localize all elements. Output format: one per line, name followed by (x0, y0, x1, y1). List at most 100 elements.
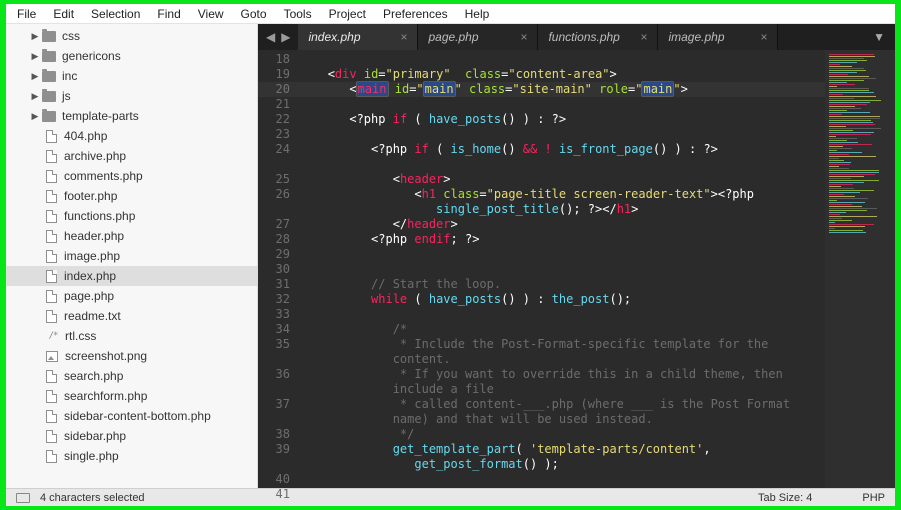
file-404.php[interactable]: 404.php (6, 126, 257, 146)
status-language[interactable]: PHP (862, 492, 885, 504)
file-label: searchform.php (64, 389, 147, 403)
tab-image-php[interactable]: image.php × (658, 24, 778, 50)
folder-label: template-parts (62, 109, 139, 123)
nav-forward-icon[interactable]: ▶ (279, 30, 292, 44)
file-label: index.php (64, 269, 116, 283)
chevron-right-icon: ▶ (30, 111, 40, 122)
nav-back-icon[interactable]: ◀ (264, 30, 277, 44)
file-page.php[interactable]: page.php (6, 286, 257, 306)
file-icon (46, 290, 57, 303)
file-icon (46, 130, 57, 143)
folder-inc[interactable]: ▶ inc (6, 66, 257, 86)
menu-tools[interactable]: Tools (277, 6, 319, 22)
file-header.php[interactable]: header.php (6, 226, 257, 246)
tab-functions-php[interactable]: functions.php × (538, 24, 658, 50)
close-icon[interactable]: × (400, 30, 407, 44)
tab-label: functions.php (548, 30, 619, 44)
menu-view[interactable]: View (191, 6, 231, 22)
file-icon (46, 370, 57, 383)
file-rtl.css[interactable]: /*rtl.css (6, 326, 257, 346)
status-tab-size[interactable]: Tab Size: 4 (758, 492, 812, 504)
file-icon (46, 190, 57, 203)
file-footer.php[interactable]: footer.php (6, 186, 257, 206)
file-label: readme.txt (64, 309, 121, 323)
file-icon (46, 150, 57, 163)
close-icon[interactable]: × (520, 30, 527, 44)
folder-label: genericons (62, 49, 121, 63)
menu-project[interactable]: Project (322, 6, 373, 22)
file-screenshot.png[interactable]: screenshot.png (6, 346, 257, 366)
file-searchform.php[interactable]: searchform.php (6, 386, 257, 406)
file-icon (46, 430, 57, 443)
folder-label: css (62, 29, 80, 43)
editor-area: ◀ ▶ index.php×page.php×functions.php×ima… (258, 24, 895, 488)
folder-js[interactable]: ▶js (6, 86, 257, 106)
menu-file[interactable]: File (10, 6, 43, 22)
line-gutter: 1819202122232425262728293031323334353637… (258, 50, 298, 488)
status-selection: 4 characters selected (40, 492, 145, 504)
file-tree-sidebar: ▶ css ▶genericons ▶ inc ▶js ▶ template-parts 404… (6, 24, 258, 488)
file-search.php[interactable]: search.php (6, 366, 257, 386)
minimap[interactable] (825, 50, 895, 488)
file-icon (46, 250, 57, 263)
close-icon[interactable]: × (760, 30, 767, 44)
file-icon (46, 310, 57, 323)
tab-strip: ◀ ▶ index.php×page.php×functions.php×ima… (258, 24, 895, 50)
file-image.php[interactable]: image.php (6, 246, 257, 266)
file-archive.php[interactable]: archive.php (6, 146, 257, 166)
folder-css[interactable]: ▶ css (6, 26, 257, 46)
file-label: single.php (64, 449, 119, 463)
file-sidebar-content-bottom.php[interactable]: sidebar-content-bottom.php (6, 406, 257, 426)
close-icon[interactable]: × (640, 30, 647, 44)
chevron-right-icon: ▶ (30, 31, 40, 42)
file-functions.php[interactable]: functions.php (6, 206, 257, 226)
file-label: sidebar-content-bottom.php (64, 409, 211, 423)
file-icon (46, 270, 57, 283)
tab-label: page.php (428, 30, 478, 44)
tab-page-php[interactable]: page.php × (418, 24, 538, 50)
folder-icon (42, 111, 56, 122)
tab-label: image.php (668, 30, 724, 44)
file-label: sidebar.php (64, 429, 126, 443)
tab-index-php[interactable]: index.php × (298, 24, 418, 50)
file-label: screenshot.png (65, 349, 147, 363)
tab-overflow-icon[interactable]: ▼ (863, 24, 895, 50)
file-sidebar.php[interactable]: sidebar.php (6, 426, 257, 446)
chevron-right-icon: ▶ (30, 71, 40, 82)
file-icon (46, 410, 57, 423)
menu-help[interactable]: Help (458, 6, 497, 22)
file-label: comments.php (64, 169, 143, 183)
folder-template-parts[interactable]: ▶ template-parts (6, 106, 257, 126)
panel-toggle-icon[interactable] (16, 493, 30, 503)
file-icon (46, 230, 57, 243)
menu-preferences[interactable]: Preferences (376, 6, 455, 22)
menu-selection[interactable]: Selection (84, 6, 147, 22)
menu-find[interactable]: Find (150, 6, 187, 22)
file-comments.php[interactable]: comments.php (6, 166, 257, 186)
file-index.php[interactable]: index.php (6, 266, 257, 286)
file-label: functions.php (64, 209, 135, 223)
menu-edit[interactable]: Edit (46, 6, 81, 22)
file-icon (46, 450, 57, 463)
folder-genericons[interactable]: ▶genericons (6, 46, 257, 66)
folder-icon (42, 91, 56, 102)
menu-goto[interactable]: Goto (234, 6, 274, 22)
file-label: archive.php (64, 149, 126, 163)
menu-bar: FileEditSelectionFindViewGotoToolsProjec… (6, 4, 895, 24)
file-label: rtl.css (65, 329, 96, 343)
folder-label: js (62, 89, 71, 103)
file-label: search.php (64, 369, 123, 383)
folder-label: inc (62, 69, 77, 83)
folder-icon (42, 71, 56, 82)
code-viewport[interactable]: 1819202122232425262728293031323334353637… (258, 50, 895, 488)
code-text[interactable]: <div id="primary" class="content-area"> … (298, 50, 825, 488)
status-bar: 4 characters selected Tab Size: 4 PHP (6, 488, 895, 506)
file-label: header.php (64, 229, 124, 243)
file-icon (46, 390, 57, 403)
image-icon (46, 351, 58, 362)
file-label: page.php (64, 289, 114, 303)
tab-label: index.php (308, 30, 360, 44)
file-single.php[interactable]: single.php (6, 446, 257, 466)
folder-icon (42, 31, 56, 42)
file-readme.txt[interactable]: readme.txt (6, 306, 257, 326)
